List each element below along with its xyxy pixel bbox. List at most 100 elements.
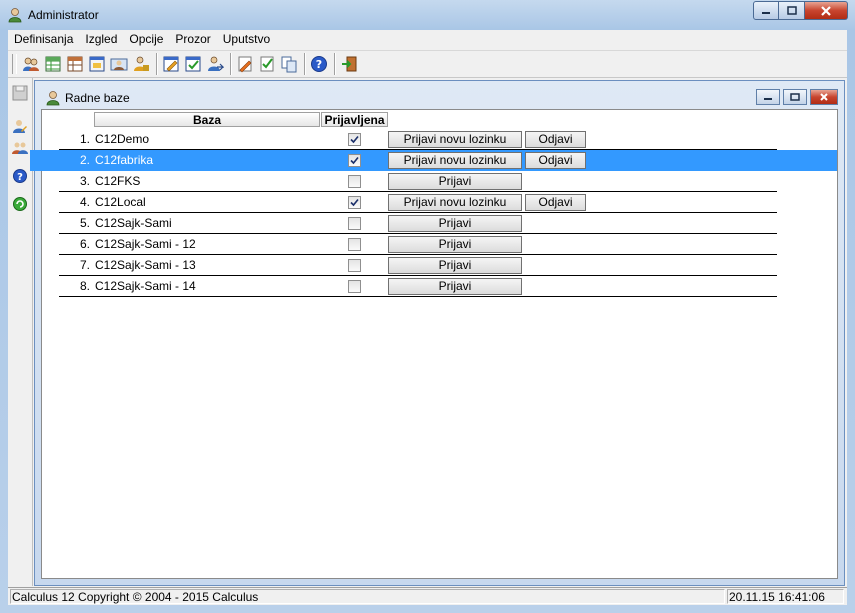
row-number: 3. <box>79 174 90 188</box>
user-window-icon <box>46 91 60 106</box>
mdi-area: Radne baze Baza Prijavljena 1. C12Demo P… <box>30 80 845 586</box>
doc-check-icon[interactable] <box>257 54 277 74</box>
user-lock-icon[interactable] <box>131 54 151 74</box>
menu-definisanja[interactable]: Definisanja <box>8 30 79 49</box>
database-name: C12Demo <box>95 132 150 146</box>
toolbar-separator <box>230 53 232 75</box>
minimize-icon <box>762 11 770 14</box>
child-close-button[interactable] <box>810 89 838 105</box>
prijavljena-checkbox[interactable] <box>348 133 361 146</box>
exit-icon[interactable] <box>339 54 359 74</box>
save-icon[interactable] <box>11 84 29 102</box>
toolbar-separator <box>334 53 336 75</box>
user-app-icon <box>8 8 22 23</box>
database-name: C12Sajk-Sami - 13 <box>95 258 196 272</box>
child-restore-button[interactable] <box>783 89 807 105</box>
prijavi-button[interactable]: Prijavi <box>388 257 522 274</box>
row-number: 5. <box>79 216 90 230</box>
users-group-icon[interactable] <box>11 139 29 157</box>
odjavi-button[interactable]: Odjavi <box>525 194 586 211</box>
side-help-icon[interactable]: ? <box>11 167 29 185</box>
form-icon[interactable] <box>87 54 107 74</box>
status-copyright: Calculus 12 Copyright © 2004 - 2015 Calc… <box>10 589 725 604</box>
table-row[interactable]: 1. C12Demo Prijavi novu lozinku Odjavi <box>59 129 777 150</box>
application-window: Administrator Definisanja Izgled Opcije … <box>0 0 855 613</box>
database-name: C12fabrika <box>95 153 154 167</box>
edit-form-icon[interactable] <box>161 54 181 74</box>
database-name: C12Sajk-Sami <box>95 216 172 230</box>
svg-text:?: ? <box>316 58 322 71</box>
refresh-icon[interactable] <box>11 195 29 213</box>
table-icon[interactable] <box>65 54 85 74</box>
title-bar[interactable]: Administrator <box>0 0 855 30</box>
column-header-prijavljena[interactable]: Prijavljena <box>321 112 388 127</box>
databases-list: Baza Prijavljena 1. C12Demo Prijavi novu l… <box>30 109 838 579</box>
table-row[interactable]: 5. C12Sajk-Sami Prijavi <box>59 213 777 234</box>
check-icon <box>350 135 359 144</box>
status-datetime: 20.11.15 16:41:06 <box>727 589 844 604</box>
prijavljena-checkbox[interactable] <box>348 154 361 167</box>
row-number: 8. <box>79 279 90 293</box>
client-area: Definisanja Izgled Opcije Prozor Uputstv… <box>8 30 847 605</box>
prijavi-button[interactable]: Prijavi <box>388 236 522 253</box>
child-window-title: Radne baze <box>65 91 130 105</box>
window-title: Administrator <box>28 8 99 22</box>
maximize-button[interactable] <box>779 1 805 20</box>
prijavi-novu-lozinku-button[interactable]: Prijavi novu lozinku <box>388 194 522 211</box>
table-row[interactable]: 7. C12Sajk-Sami - 13 Prijavi <box>59 255 777 276</box>
users-icon[interactable] <box>21 54 41 74</box>
prijavi-button[interactable]: Prijavi <box>388 173 522 190</box>
prijavljena-checkbox[interactable] <box>348 238 361 251</box>
database-name: C12FKS <box>95 174 141 188</box>
odjavi-button[interactable]: Odjavi <box>525 131 586 148</box>
prijavi-button[interactable]: Prijavi <box>388 278 522 295</box>
svg-text:?: ? <box>17 172 23 183</box>
column-header-baza[interactable]: Baza <box>94 112 320 127</box>
row-number: 1. <box>79 132 90 146</box>
table-row[interactable]: 3. C12FKS Prijavi <box>59 171 777 192</box>
add-table-icon[interactable] <box>43 54 63 74</box>
prijavi-novu-lozinku-button[interactable]: Prijavi novu lozinku <box>388 152 522 169</box>
prijavljena-checkbox[interactable] <box>348 196 361 209</box>
menu-prozor[interactable]: Prozor <box>169 30 216 49</box>
status-bar: Calculus 12 Copyright © 2004 - 2015 Calc… <box>8 587 847 605</box>
row-number: 4. <box>79 195 90 209</box>
help-icon[interactable]: ? <box>309 54 329 74</box>
pencil-doc-icon[interactable] <box>235 54 255 74</box>
database-name: C12Sajk-Sami - 14 <box>95 279 196 293</box>
row-number: 6. <box>79 237 90 251</box>
close-button[interactable] <box>805 1 848 20</box>
child-minimize-button[interactable] <box>756 89 780 105</box>
menu-izgled[interactable]: Izgled <box>79 30 123 49</box>
table-row[interactable]: 2. C12fabrika Prijavi novu lozinku Odjavi <box>30 150 837 171</box>
menu-bar: Definisanja Izgled Opcije Prozor Uputstv… <box>8 30 847 49</box>
minimize-icon <box>764 98 772 100</box>
check-form-icon[interactable] <box>183 54 203 74</box>
prijavi-novu-lozinku-button[interactable]: Prijavi novu lozinku <box>388 131 522 148</box>
prijavi-button[interactable]: Prijavi <box>388 215 522 232</box>
copy-doc-icon[interactable] <box>279 54 299 74</box>
toolbar-separator <box>304 53 306 75</box>
prijavljena-checkbox[interactable] <box>348 259 361 272</box>
row-number: 7. <box>79 258 90 272</box>
table-row[interactable]: 6. C12Sajk-Sami - 12 Prijavi <box>59 234 777 255</box>
toolbar: ? <box>8 50 847 78</box>
prijavljena-checkbox[interactable] <box>348 280 361 293</box>
prijavljena-checkbox[interactable] <box>348 217 361 230</box>
user-edit-icon[interactable] <box>11 117 29 135</box>
toolbar-separator <box>156 53 158 75</box>
user-card-icon[interactable] <box>109 54 129 74</box>
close-icon <box>821 5 831 16</box>
menu-uputstvo[interactable]: Uputstvo <box>217 30 276 49</box>
toolbar-grip[interactable] <box>12 54 17 74</box>
restore-icon <box>790 93 800 101</box>
prijavljena-checkbox[interactable] <box>348 175 361 188</box>
user-arrow-icon[interactable] <box>205 54 225 74</box>
table-row[interactable]: 4. C12Local Prijavi novu lozinku Odjavi <box>59 192 777 213</box>
check-icon <box>350 156 359 165</box>
minimize-button[interactable] <box>753 1 779 20</box>
table-row[interactable]: 8. C12Sajk-Sami - 14 Prijavi <box>59 276 777 297</box>
menu-opcije[interactable]: Opcije <box>123 30 169 49</box>
odjavi-button[interactable]: Odjavi <box>525 152 586 169</box>
check-icon <box>350 198 359 207</box>
